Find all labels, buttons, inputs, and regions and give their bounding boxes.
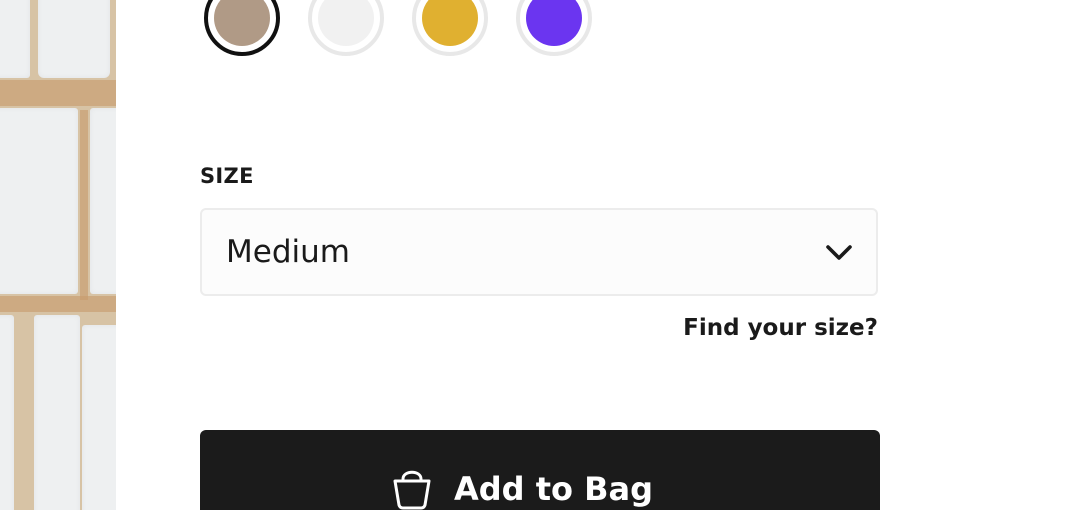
product-detail-page: SIZE Medium Find your size? Add to Bag [0,0,1080,510]
color-swatch-fill [422,0,478,46]
color-swatch-violet[interactable] [516,0,592,56]
image-tile [0,315,14,510]
bag-icon [393,470,431,510]
image-tile-seam [0,296,116,312]
chevron-down-icon [826,245,852,260]
color-swatch-light-gray[interactable] [308,0,384,56]
product-image [0,0,116,510]
size-label: SIZE [200,164,254,188]
color-swatch-mustard[interactable] [412,0,488,56]
image-tile [90,108,116,294]
color-swatch-fill [526,0,582,46]
color-swatches [204,0,592,56]
find-your-size-link[interactable]: Find your size? [683,315,878,341]
add-to-bag-button[interactable]: Add to Bag [200,430,880,510]
image-tile [34,315,80,510]
color-swatch-taupe[interactable] [204,0,280,56]
image-tile [0,0,30,78]
size-selected-value: Medium [226,234,350,270]
image-tile-seam [80,110,88,300]
size-select[interactable]: Medium [200,208,878,296]
image-tile-seam [0,80,116,106]
image-tile [38,0,110,78]
image-tile [0,108,78,294]
color-swatch-fill [214,0,270,46]
add-to-bag-label: Add to Bag [454,470,654,508]
image-tile [82,325,116,510]
color-swatch-fill [318,0,374,46]
